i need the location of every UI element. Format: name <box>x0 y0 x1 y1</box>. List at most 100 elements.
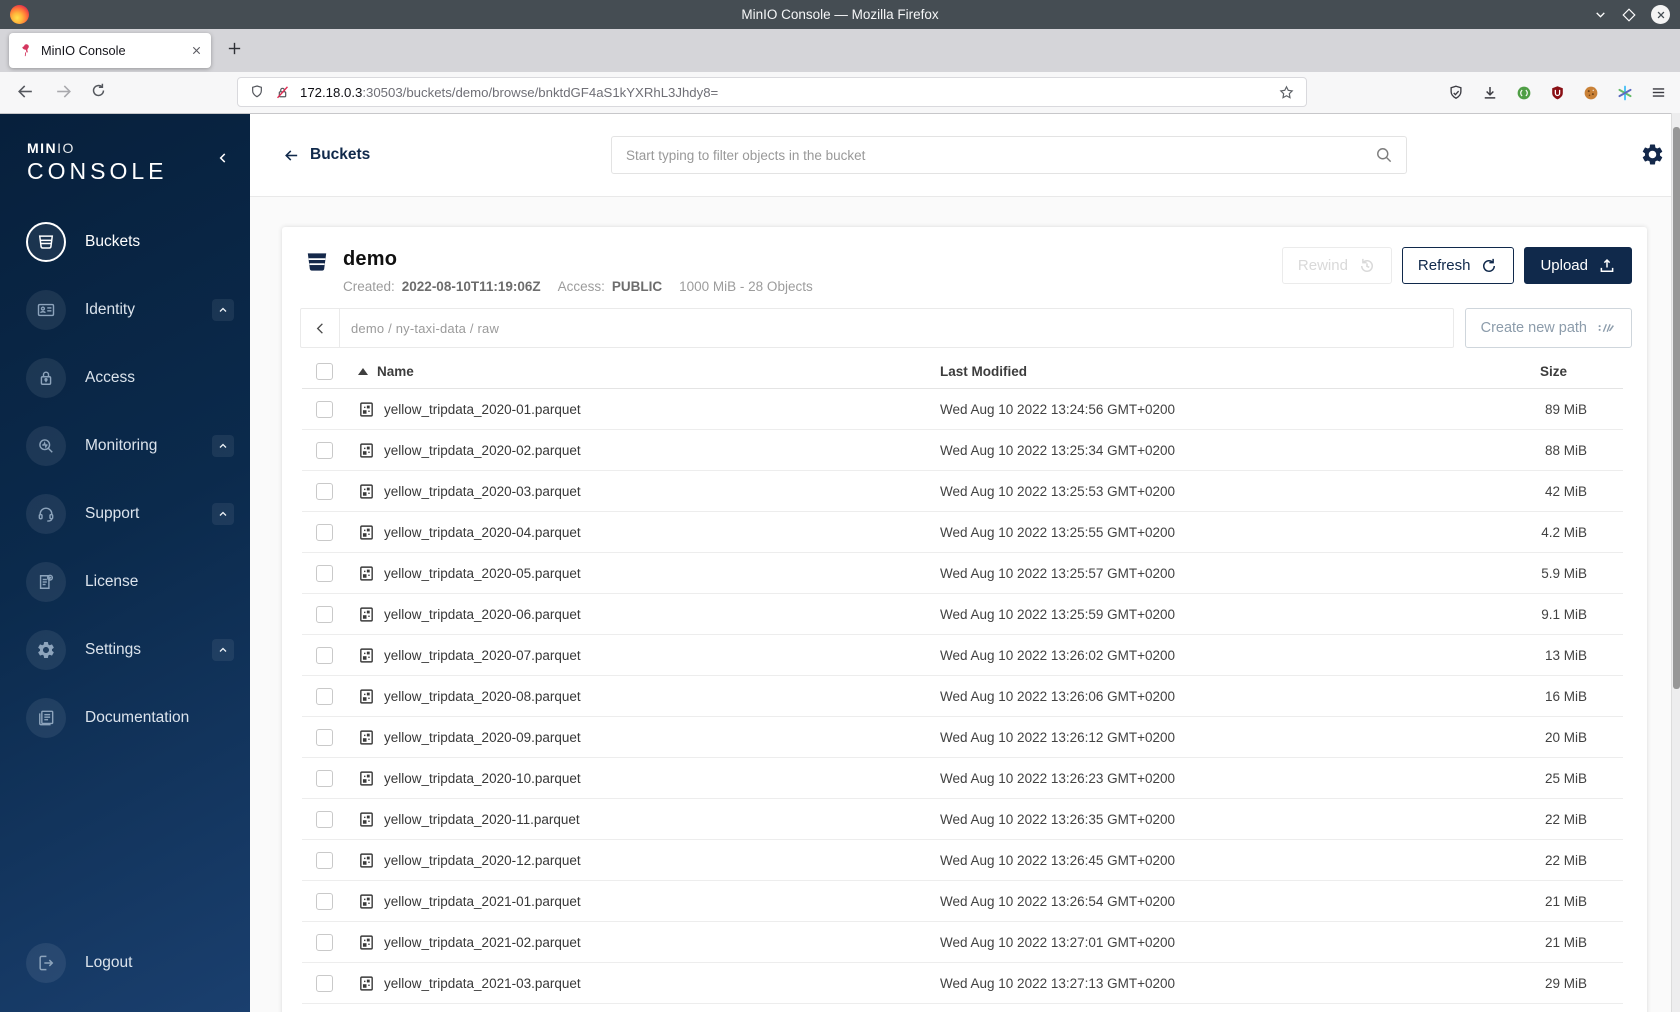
page-scrollbar[interactable] <box>1671 113 1680 1012</box>
row-checkbox[interactable] <box>316 974 333 992</box>
scrollbar-thumb[interactable] <box>1673 127 1680 689</box>
row-checkbox[interactable] <box>316 646 333 664</box>
table-row[interactable]: yellow_tripdata_2020-06.parquet Wed Aug … <box>302 594 1623 635</box>
table-row[interactable]: yellow_tripdata_2021-01.parquet Wed Aug … <box>302 881 1623 922</box>
object-name[interactable]: yellow_tripdata_2020-03.parquet <box>384 484 581 499</box>
create-new-path-button[interactable]: Create new path <box>1464 308 1632 348</box>
table-row[interactable]: yellow_tripdata_2020-04.parquet Wed Aug … <box>302 512 1623 553</box>
object-name[interactable]: yellow_tripdata_2020-10.parquet <box>384 771 581 786</box>
green-extension-icon[interactable] <box>1515 84 1533 102</box>
select-all-checkbox[interactable] <box>316 362 333 380</box>
row-checkbox[interactable] <box>316 810 333 828</box>
tab-close-icon[interactable] <box>191 45 202 56</box>
object-name[interactable]: yellow_tripdata_2020-12.parquet <box>384 853 581 868</box>
breadcrumb[interactable]: demo / ny-taxi-data / raw <box>351 321 499 336</box>
minio-console-logo: MINIO CONSOLE <box>0 114 250 184</box>
chevron-up-icon[interactable] <box>212 298 234 321</box>
reload-icon[interactable] <box>90 82 107 99</box>
minimize-icon[interactable] <box>1594 8 1607 21</box>
colorful-asterisk-icon[interactable] <box>1616 84 1634 102</box>
row-checkbox[interactable] <box>316 851 333 869</box>
object-name[interactable]: yellow_tripdata_2021-03.parquet <box>384 976 581 991</box>
object-name[interactable]: yellow_tripdata_2020-01.parquet <box>384 402 581 417</box>
table-row[interactable]: yellow_tripdata_2020-11.parquet Wed Aug … <box>302 799 1623 840</box>
chevron-up-icon[interactable] <box>212 638 234 661</box>
shield-permissions-icon[interactable] <box>249 84 265 100</box>
object-name[interactable]: yellow_tripdata_2020-11.parquet <box>384 812 580 827</box>
column-header-name[interactable]: Name <box>377 364 414 379</box>
forward-icon[interactable] <box>54 82 73 101</box>
table-row[interactable]: yellow_tripdata_2020-01.parquet Wed Aug … <box>302 389 1623 430</box>
row-checkbox[interactable] <box>316 482 333 500</box>
table-row[interactable]: yellow_tripdata_2020-02.parquet Wed Aug … <box>302 430 1623 471</box>
object-name[interactable]: yellow_tripdata_2020-08.parquet <box>384 689 581 704</box>
sidebar-item-documentation[interactable]: Documentation <box>0 684 250 752</box>
insecure-lock-icon[interactable] <box>274 84 291 101</box>
chevron-up-icon[interactable] <box>212 434 234 457</box>
table-row[interactable]: yellow_tripdata_2021-02.parquet Wed Aug … <box>302 922 1623 963</box>
downloads-icon[interactable] <box>1481 84 1499 102</box>
object-name[interactable]: yellow_tripdata_2020-05.parquet <box>384 566 581 581</box>
sidebar-item-settings[interactable]: Settings <box>0 616 250 684</box>
privacy-shield-icon[interactable] <box>1447 84 1465 102</box>
back-icon[interactable] <box>16 82 35 101</box>
row-checkbox[interactable] <box>316 605 333 623</box>
back-to-buckets-link[interactable]: Buckets <box>283 114 370 196</box>
object-name[interactable]: yellow_tripdata_2021-01.parquet <box>384 894 581 909</box>
create-new-path-label: Create new path <box>1480 320 1587 336</box>
row-checkbox[interactable] <box>316 728 333 746</box>
refresh-button[interactable]: Refresh <box>1401 247 1515 284</box>
upload-button[interactable]: Upload <box>1524 247 1632 284</box>
sort-ascending-icon[interactable] <box>358 367 368 375</box>
sidebar-nav: Buckets Identity Access Monitoring Suppo… <box>0 208 250 1012</box>
sidebar-item-identity[interactable]: Identity <box>0 276 250 344</box>
tab-minio-console[interactable]: MinIO Console <box>9 33 211 68</box>
sidebar-item-access[interactable]: Access <box>0 344 250 412</box>
url-bar[interactable]: 172.18.0.3:30503/buckets/demo/browse/bnk… <box>237 77 1307 107</box>
row-checkbox[interactable] <box>316 564 333 582</box>
object-name[interactable]: yellow_tripdata_2020-09.parquet <box>384 730 581 745</box>
settings-gear-icon[interactable] <box>1640 142 1665 167</box>
row-checkbox[interactable] <box>316 769 333 787</box>
row-checkbox[interactable] <box>316 892 333 910</box>
sidebar-collapse-icon[interactable] <box>216 151 230 165</box>
object-filter <box>611 136 1407 174</box>
search-input[interactable] <box>611 136 1407 174</box>
table-row[interactable]: yellow_tripdata_2020-09.parquet Wed Aug … <box>302 717 1623 758</box>
row-checkbox[interactable] <box>316 523 333 541</box>
row-checkbox[interactable] <box>316 400 333 418</box>
object-name[interactable]: yellow_tripdata_2020-02.parquet <box>384 443 581 458</box>
table-row[interactable]: yellow_tripdata_2020-07.parquet Wed Aug … <box>302 635 1623 676</box>
sidebar-item-logout[interactable]: Logout <box>0 929 250 997</box>
chevron-up-icon[interactable] <box>212 502 234 525</box>
close-icon[interactable] <box>1651 5 1670 24</box>
path-back-chevron-icon[interactable] <box>301 309 340 347</box>
object-name[interactable]: yellow_tripdata_2020-04.parquet <box>384 525 581 540</box>
table-row[interactable]: yellow_tripdata_2020-05.parquet Wed Aug … <box>302 553 1623 594</box>
table-row[interactable]: yellow_tripdata_2021-03.parquet Wed Aug … <box>302 963 1623 1004</box>
ublock-shield-icon[interactable] <box>1549 84 1566 102</box>
sidebar-item-buckets[interactable]: Buckets <box>0 208 250 276</box>
sidebar-item-license[interactable]: License <box>0 548 250 616</box>
maximize-icon[interactable] <box>1622 7 1636 22</box>
table-row[interactable]: yellow_tripdata_2020-03.parquet Wed Aug … <box>302 471 1623 512</box>
row-checkbox[interactable] <box>316 933 333 951</box>
new-tab-icon[interactable] <box>226 40 243 57</box>
bookmark-star-icon[interactable] <box>1278 84 1295 101</box>
table-row[interactable]: yellow_tripdata_2020-10.parquet Wed Aug … <box>302 758 1623 799</box>
hamburger-menu-icon[interactable] <box>1650 84 1667 101</box>
column-header-last-modified[interactable]: Last Modified <box>940 364 1473 379</box>
row-checkbox[interactable] <box>316 441 333 459</box>
object-name[interactable]: yellow_tripdata_2020-07.parquet <box>384 648 581 663</box>
object-name[interactable]: yellow_tripdata_2020-06.parquet <box>384 607 581 622</box>
sidebar-item-monitoring[interactable]: Monitoring <box>0 412 250 480</box>
row-checkbox[interactable] <box>316 687 333 705</box>
column-header-size[interactable]: Size <box>1473 364 1623 379</box>
url-text[interactable]: 172.18.0.3:30503/buckets/demo/browse/bnk… <box>300 85 1278 100</box>
cookie-icon[interactable] <box>1582 84 1600 102</box>
table-row[interactable]: yellow_tripdata_2020-08.parquet Wed Aug … <box>302 676 1623 717</box>
object-name[interactable]: yellow_tripdata_2021-02.parquet <box>384 935 581 950</box>
rewind-button[interactable]: Rewind <box>1281 247 1392 284</box>
sidebar-item-support[interactable]: Support <box>0 480 250 548</box>
table-row[interactable]: yellow_tripdata_2020-12.parquet Wed Aug … <box>302 840 1623 881</box>
